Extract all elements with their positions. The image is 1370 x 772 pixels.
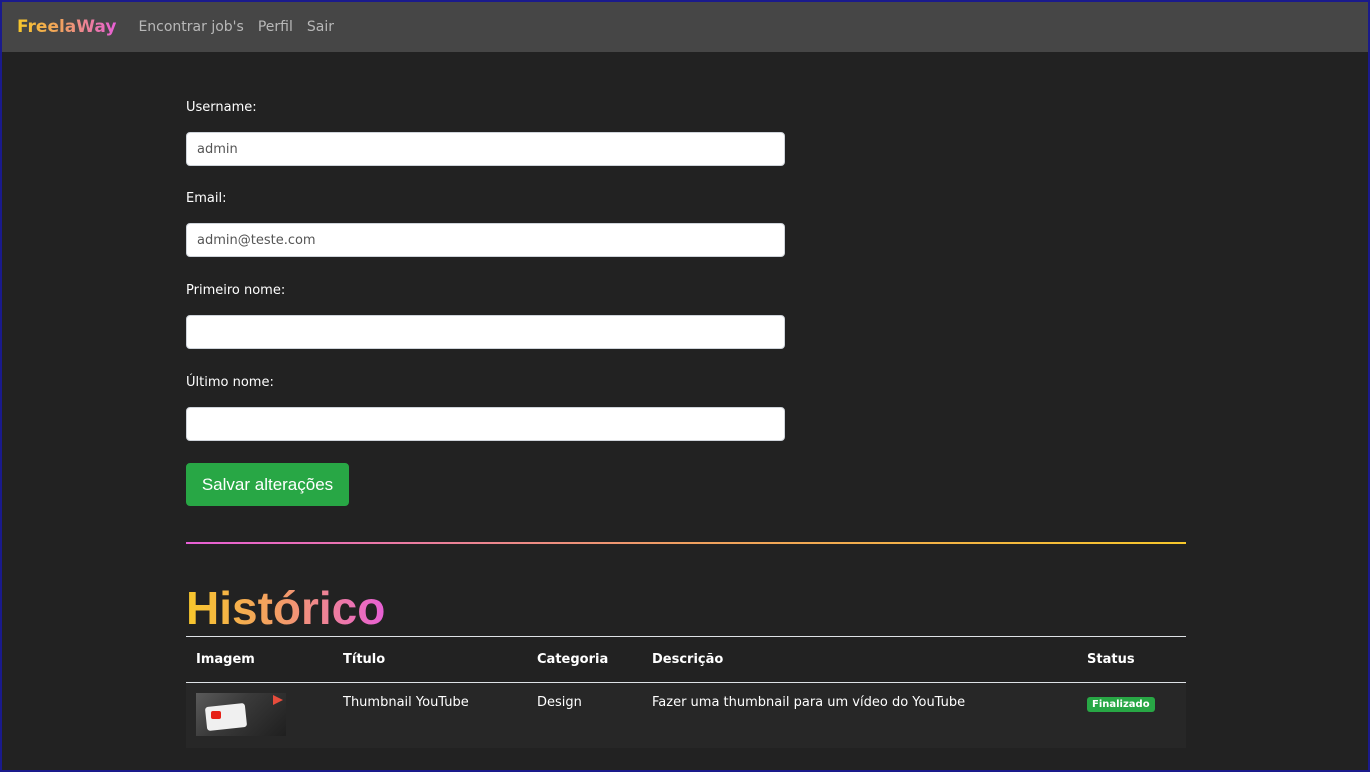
youtube-play-icon: [211, 711, 221, 719]
navbar: FreelaWay Encontrar job's Perfil Sair: [2, 2, 1368, 52]
cell-status: Finalizado: [1077, 683, 1186, 749]
email-input[interactable]: [186, 223, 785, 257]
column-header-title: Título: [343, 652, 386, 667]
brand-logo[interactable]: FreelaWay: [17, 17, 116, 37]
column-header-status: Status: [1087, 652, 1135, 667]
table-header-row: Imagem Título Categoria Descrição Status: [186, 636, 1186, 683]
first-name-input[interactable]: [186, 315, 785, 349]
history-table: Imagem Título Categoria Descrição Status…: [186, 636, 1186, 748]
email-label: Email:: [186, 191, 227, 206]
history-title: Histórico: [186, 582, 386, 634]
section-divider: [186, 542, 1186, 544]
corner-mark-icon: [273, 695, 283, 705]
table-row: Thumbnail YouTube Design Fazer uma thumb…: [186, 682, 1186, 749]
save-changes-button[interactable]: Salvar alterações: [186, 463, 349, 506]
status-badge: Finalizado: [1087, 697, 1155, 712]
last-name-input[interactable]: [186, 407, 785, 441]
last-name-label: Último nome:: [186, 375, 274, 390]
cell-description: Fazer uma thumbnail para um vídeo do You…: [652, 695, 966, 710]
column-header-category: Categoria: [537, 652, 609, 667]
column-header-image: Imagem: [196, 652, 255, 667]
column-header-description: Descrição: [652, 652, 724, 667]
username-input[interactable]: [186, 132, 785, 166]
first-name-label: Primeiro nome:: [186, 283, 286, 298]
nav-link-find-jobs[interactable]: Encontrar job's: [138, 19, 243, 35]
nav-link-logout[interactable]: Sair: [307, 19, 334, 35]
cell-title: Thumbnail YouTube: [343, 695, 469, 710]
username-label: Username:: [186, 100, 257, 115]
youtube-thumbnail-image: [196, 693, 286, 736]
cell-image: [186, 683, 333, 749]
cell-category: Design: [537, 695, 582, 710]
nav-link-profile[interactable]: Perfil: [258, 19, 293, 35]
